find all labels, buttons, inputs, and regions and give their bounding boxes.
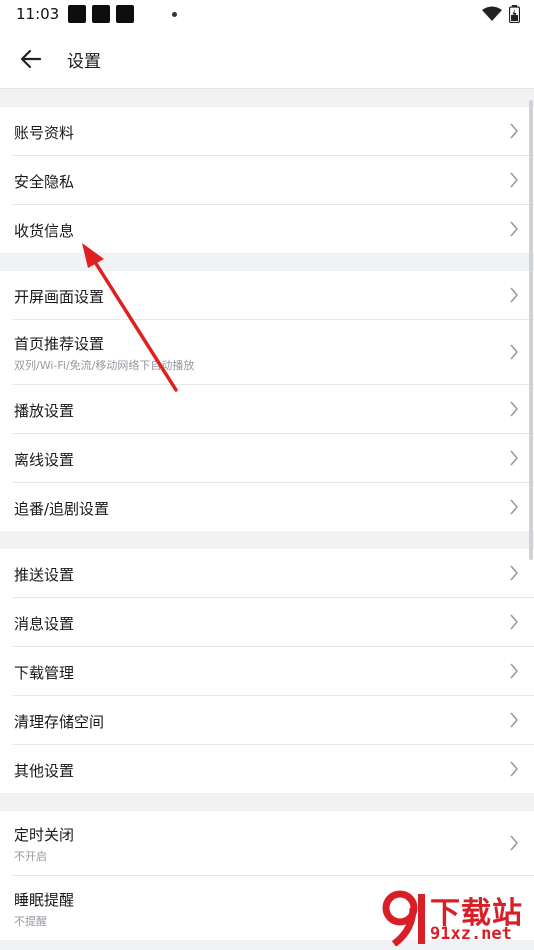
settings-item-label: 离线设置 — [14, 451, 75, 469]
section-gap — [0, 531, 534, 549]
settings-item-label: 下载管理 — [14, 664, 75, 682]
chevron-right-icon — [510, 663, 518, 679]
settings-item-offline[interactable]: 离线设置 — [13, 434, 534, 483]
settings-item-label: 其他设置 — [14, 762, 75, 780]
status-time: 11:03 — [16, 5, 60, 23]
chevron-right-icon — [510, 450, 518, 466]
scrollbar[interactable] — [529, 100, 533, 560]
chevron-right-icon — [510, 761, 518, 777]
settings-list: 账号资料 安全隐私 收货信息 开屏画面设置 首页推荐设置 双列/Wi-Fi/免流… — [0, 89, 534, 940]
chevron-right-icon — [510, 221, 518, 237]
settings-item-label: 睡眠提醒 — [14, 891, 75, 909]
settings-item-label: 安全隐私 — [14, 173, 75, 191]
settings-group-system: 推送设置 消息设置 下载管理 清理存储空间 其他设置 — [0, 549, 534, 793]
settings-item-account-profile[interactable]: 账号资料 — [13, 107, 534, 156]
settings-item-label: 追番/追剧设置 — [14, 500, 110, 518]
settings-item-label: 收货信息 — [14, 222, 75, 240]
settings-item-label: 推送设置 — [14, 566, 75, 584]
chevron-right-icon — [510, 172, 518, 188]
chevron-right-icon — [510, 835, 518, 851]
settings-item-home-recommend[interactable]: 首页推荐设置 双列/Wi-Fi/免流/移动网络下自动播放 — [13, 320, 534, 385]
settings-item-sleep-timer[interactable]: 定时关闭 不开启 — [13, 811, 534, 876]
settings-group-playback: 开屏画面设置 首页推荐设置 双列/Wi-Fi/免流/移动网络下自动播放 播放设置… — [0, 271, 534, 531]
settings-item-label: 账号资料 — [14, 124, 75, 142]
settings-item-subtitle: 双列/Wi-Fi/免流/移动网络下自动播放 — [14, 359, 195, 372]
more-notifications-icon — [172, 12, 177, 17]
settings-item-other[interactable]: 其他设置 — [13, 745, 534, 793]
settings-item-downloads[interactable]: 下载管理 — [13, 647, 534, 696]
settings-group-account: 账号资料 安全隐私 收货信息 — [0, 107, 534, 253]
settings-item-label: 开屏画面设置 — [14, 288, 105, 306]
settings-item-subtitle: 不提醒 — [14, 915, 47, 928]
app-bar: 设置 — [0, 30, 534, 89]
section-gap — [0, 253, 534, 271]
watermark-logo: 下载站 91xz.net — [380, 888, 530, 948]
chevron-right-icon — [510, 344, 518, 360]
chevron-right-icon — [510, 712, 518, 728]
section-gap — [0, 793, 534, 811]
settings-item-label: 播放设置 — [14, 402, 75, 420]
settings-item-follow-series[interactable]: 追番/追剧设置 — [13, 483, 534, 531]
settings-item-subtitle: 不开启 — [14, 850, 47, 863]
notification-icon — [116, 5, 134, 23]
chevron-right-icon — [510, 401, 518, 417]
chevron-right-icon — [510, 123, 518, 139]
settings-item-label: 定时关闭 — [14, 826, 75, 844]
settings-item-label: 清理存储空间 — [14, 713, 105, 731]
chevron-right-icon — [510, 614, 518, 630]
page-title: 设置 — [67, 52, 101, 72]
settings-item-push[interactable]: 推送设置 — [13, 549, 534, 598]
status-bar: 11:03 — [0, 0, 534, 30]
watermark-mark-icon — [382, 890, 425, 946]
chevron-right-icon — [510, 287, 518, 303]
section-gap — [0, 89, 534, 107]
settings-item-clear-storage[interactable]: 清理存储空间 — [13, 696, 534, 745]
settings-item-messages[interactable]: 消息设置 — [13, 598, 534, 647]
settings-item-shipping-info[interactable]: 收货信息 — [13, 205, 534, 253]
notification-icon — [68, 5, 86, 23]
wifi-icon — [482, 6, 502, 21]
chevron-right-icon — [510, 499, 518, 515]
notification-icon — [92, 5, 110, 23]
battery-icon — [509, 5, 520, 23]
back-arrow-icon[interactable] — [18, 46, 44, 72]
settings-item-label: 消息设置 — [14, 615, 75, 633]
watermark-url: 91xz.net — [430, 924, 512, 944]
settings-item-splash-screen[interactable]: 开屏画面设置 — [13, 271, 534, 320]
settings-item-label: 首页推荐设置 — [14, 335, 105, 353]
settings-item-playback[interactable]: 播放设置 — [13, 385, 534, 434]
settings-item-security-privacy[interactable]: 安全隐私 — [13, 156, 534, 205]
chevron-right-icon — [510, 565, 518, 581]
